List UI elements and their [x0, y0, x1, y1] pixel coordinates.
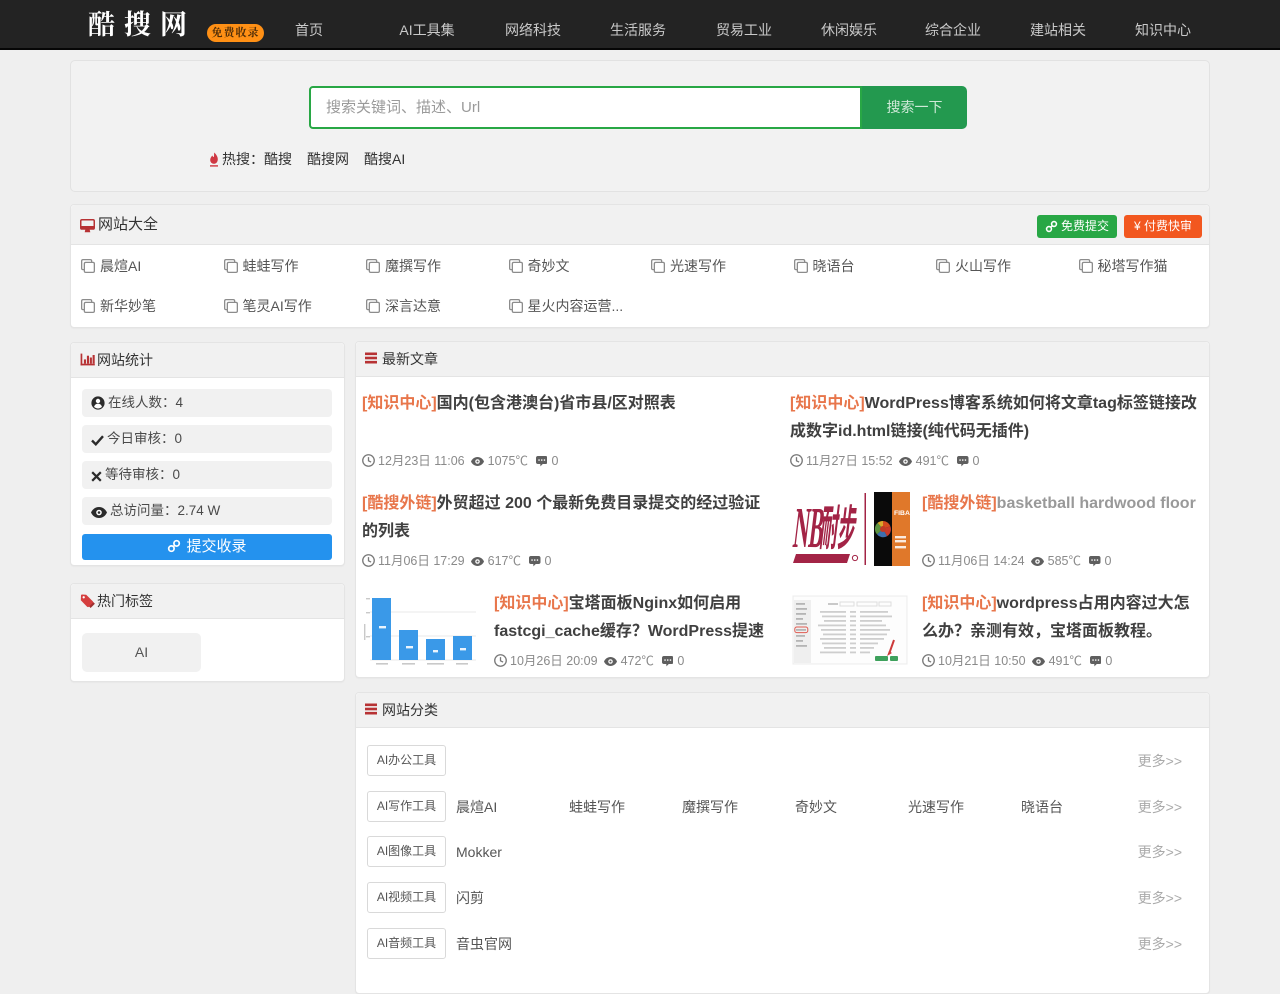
- svg-text:耐步: 耐步: [818, 502, 860, 556]
- svg-text:FIBA: FIBA: [894, 510, 910, 517]
